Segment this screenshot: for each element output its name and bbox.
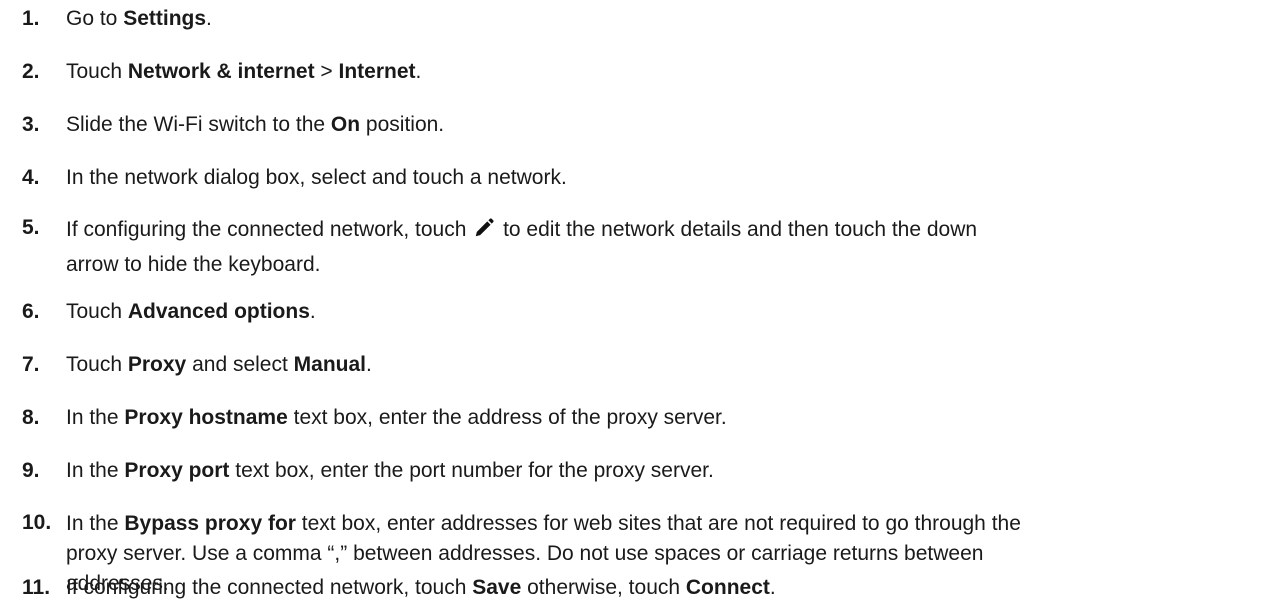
step-text-run: . bbox=[309, 300, 316, 323]
emphasis-text: Network & internet bbox=[127, 60, 315, 83]
step-text-run: Touch bbox=[66, 60, 128, 83]
emphasis-text: Advanced options bbox=[127, 300, 310, 323]
step-text-run: position. bbox=[360, 113, 445, 136]
step-number: 8. bbox=[22, 406, 40, 429]
step-text: If configuring the connected network, to… bbox=[66, 574, 1266, 602]
step-text: Touch Network & internet > Internet. bbox=[66, 58, 1266, 86]
step-text-run: > bbox=[314, 60, 339, 83]
instruction-steps: 1. Go to Settings. 2. Touch Network & in… bbox=[0, 0, 1274, 613]
step-text-run: text box, enter the port number for the … bbox=[229, 459, 714, 482]
step-text-run: proxy server. Use a comma “,” between ad… bbox=[66, 542, 984, 565]
step-text-run: Slide the Wi-Fi switch to the bbox=[66, 113, 331, 136]
pencil-icon bbox=[473, 217, 495, 249]
step-number: 9. bbox=[22, 459, 40, 482]
step-text-run: In the bbox=[66, 459, 125, 482]
emphasis-text: Proxy port bbox=[124, 459, 230, 482]
step-text-run: text box, enter the address of the proxy… bbox=[287, 406, 727, 429]
step-text-run: In the network dialog box, select and to… bbox=[66, 166, 567, 189]
emphasis-text: Save bbox=[472, 576, 522, 599]
step-number: 1. bbox=[22, 7, 40, 30]
step-text-run: text box, enter addresses for web sites … bbox=[295, 512, 1021, 535]
step-text: In the Proxy hostname text box, enter th… bbox=[66, 404, 1266, 432]
step-text-run: Touch bbox=[66, 300, 128, 323]
emphasis-text: Manual bbox=[293, 353, 366, 376]
step-number: 10. bbox=[22, 511, 52, 534]
emphasis-text: Connect bbox=[685, 576, 770, 599]
step-text: Slide the Wi-Fi switch to the On positio… bbox=[66, 111, 1266, 139]
step-text-run: arrow to hide the keyboard. bbox=[66, 253, 321, 276]
step-text: Go to Settings. bbox=[66, 5, 1266, 33]
emphasis-text: Proxy bbox=[127, 353, 187, 376]
step-number: 11. bbox=[22, 576, 51, 599]
step-text-run: and select bbox=[186, 353, 294, 376]
step-text: Touch Advanced options. bbox=[66, 298, 1266, 326]
step-text: In the Proxy port text box, enter the po… bbox=[66, 457, 1266, 485]
step-number: 6. bbox=[22, 300, 40, 323]
emphasis-text: Proxy hostname bbox=[124, 406, 288, 429]
step-text-run: If configuring the connected network, to… bbox=[66, 576, 473, 599]
emphasis-text: Settings bbox=[123, 7, 207, 30]
step-number: 3. bbox=[22, 113, 40, 136]
step-text-run: Touch bbox=[66, 353, 128, 376]
step-text: If configuring the connected network, to… bbox=[66, 214, 1266, 281]
step-text: In the network dialog box, select and to… bbox=[66, 164, 1266, 192]
step-number: 2. bbox=[22, 60, 40, 83]
step-text-run: . bbox=[415, 60, 422, 83]
step-text-run: If configuring the connected network, to… bbox=[66, 218, 473, 241]
step-text: Touch Proxy and select Manual. bbox=[66, 351, 1266, 379]
step-text-run: . bbox=[366, 353, 372, 376]
step-number: 4. bbox=[22, 166, 40, 189]
step-text-run: . bbox=[206, 7, 212, 30]
step-text-run: Go to bbox=[66, 7, 124, 30]
step-text-run: In the bbox=[66, 512, 125, 535]
step-text-run: to edit the network details and then tou… bbox=[497, 218, 978, 241]
emphasis-text: Internet bbox=[338, 60, 416, 83]
step-text-run: . bbox=[769, 576, 776, 599]
step-number: 7. bbox=[22, 353, 40, 376]
emphasis-text: Bypass proxy for bbox=[124, 512, 296, 535]
step-text-run: otherwise, touch bbox=[521, 576, 686, 599]
step-text-run: In the bbox=[66, 406, 125, 429]
step-number: 5. bbox=[22, 216, 40, 239]
emphasis-text: On bbox=[330, 113, 361, 136]
